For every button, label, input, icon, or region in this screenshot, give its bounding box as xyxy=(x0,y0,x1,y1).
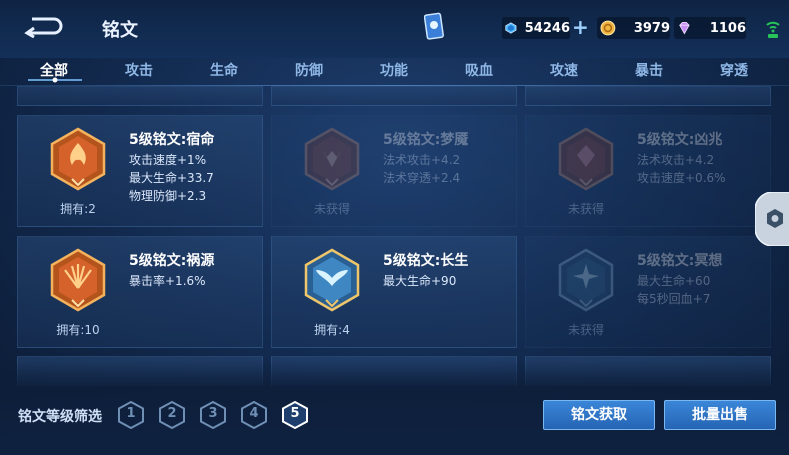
stat-line: 最大生命+33.7 xyxy=(129,171,214,185)
inscription-name: 5级铭文:长生 xyxy=(383,253,469,269)
blue-wing-emblem-icon xyxy=(304,248,360,312)
card-partial-top xyxy=(525,86,771,106)
page-title: 铭文 xyxy=(102,20,138,41)
stat-line: 攻击速度+1% xyxy=(129,153,207,167)
owned-count: 拥有:2 xyxy=(60,202,96,216)
inscription-grid: 拥有:2 5级铭文:宿命 攻击速度+1% 最大生命+33.7 物理防御+2.3 … xyxy=(0,86,789,386)
stat-line: 最大生命+90 xyxy=(383,274,457,288)
blue-star-emblem-icon xyxy=(558,248,614,312)
inscription-name: 5级铭文:凶兆 xyxy=(637,132,723,148)
level-number: 3 xyxy=(208,406,218,421)
stat-line: 法术攻击+4.2 xyxy=(637,153,715,167)
stat-line: 法术穿透+2.4 xyxy=(383,171,461,185)
stat-line: 攻击速度+0.6% xyxy=(637,171,726,185)
owned-count: 拥有:4 xyxy=(314,323,350,337)
red-claw-emblem-icon xyxy=(304,127,360,191)
blue-crystal-icon xyxy=(505,22,517,34)
owned-count: 未获得 xyxy=(567,323,604,337)
gold-coin-icon xyxy=(600,20,616,36)
inscription-name: 5级铭文:冥想 xyxy=(637,253,723,269)
level-filter-2[interactable]: 2 xyxy=(158,400,186,430)
level-filter-5[interactable]: 5 xyxy=(281,400,309,430)
level-filter-1[interactable]: 1 xyxy=(117,400,145,430)
level-number: 5 xyxy=(290,406,300,421)
inscription-card[interactable]: 未获得 5级铭文:梦魇 法术攻击+4.2 法术穿透+2.4 xyxy=(271,115,517,227)
red-fan-emblem-icon xyxy=(50,248,106,312)
coin-currency: 3979 xyxy=(597,17,670,39)
tab-utility[interactable]: 功能 xyxy=(364,60,424,80)
gem-amount: 1106 xyxy=(709,20,746,36)
stat-line: 最大生命+60 xyxy=(637,274,711,288)
tab-penetration[interactable]: 穿透 xyxy=(704,60,764,80)
crystal-amount: 54246 xyxy=(524,20,570,36)
owned-count: 未获得 xyxy=(313,202,350,216)
card-pack-icon[interactable] xyxy=(424,12,446,42)
red-flame-emblem-icon xyxy=(50,127,106,191)
tab-defense[interactable]: 防御 xyxy=(279,60,339,80)
inscription-card[interactable]: 拥有:10 5级铭文:祸源 暴击率+1.6% xyxy=(17,236,263,348)
purple-gem-icon xyxy=(679,21,690,35)
tab-critical[interactable]: 暴击 xyxy=(619,60,679,80)
tab-health[interactable]: 生命 xyxy=(194,60,254,80)
bulk-sell-button[interactable]: 批量出售 xyxy=(664,400,776,430)
side-drawer-handle-icon[interactable] xyxy=(755,192,789,246)
inscription-name: 5级铭文:梦魇 xyxy=(383,132,469,148)
stat-line: 每5秒回血+7 xyxy=(637,292,711,306)
inscription-card[interactable]: 拥有:4 5级铭文:长生 最大生命+90 xyxy=(271,236,517,348)
crystal-currency: 54246 xyxy=(502,17,570,39)
coin-amount: 3979 xyxy=(633,20,670,36)
stat-line: 法术攻击+4.2 xyxy=(383,153,461,167)
gem-currency: 1106 xyxy=(674,17,746,39)
stat-line: 物理防御+2.3 xyxy=(129,189,207,203)
level-number: 1 xyxy=(126,406,136,421)
level-filter-3[interactable]: 3 xyxy=(199,400,227,430)
card-partial-top xyxy=(17,86,263,106)
add-currency-icon[interactable]: + xyxy=(572,17,589,37)
level-number: 4 xyxy=(249,406,259,421)
level-filter-label: 铭文等级筛选 xyxy=(18,409,102,425)
active-tab-indicator xyxy=(28,77,82,83)
owned-count: 未获得 xyxy=(567,202,604,216)
inscription-card[interactable]: 拥有:2 5级铭文:宿命 攻击速度+1% 最大生命+33.7 物理防御+2.3 xyxy=(17,115,263,227)
stat-line: 暴击率+1.6% xyxy=(129,274,206,288)
inscription-card[interactable]: 未获得 5级铭文:冥想 最大生命+60 每5秒回血+7 xyxy=(525,236,771,348)
back-arrow-icon[interactable] xyxy=(20,14,64,38)
category-tabs: 全部 攻击 生命 防御 功能 吸血 攻速 暴击 穿透 xyxy=(0,56,789,84)
tab-lifesteal[interactable]: 吸血 xyxy=(449,60,509,80)
card-partial-top xyxy=(271,86,517,106)
acquire-inscription-button[interactable]: 铭文获取 xyxy=(543,400,655,430)
level-number: 2 xyxy=(167,406,177,421)
tab-attack-speed[interactable]: 攻速 xyxy=(534,60,594,80)
inscription-name: 5级铭文:祸源 xyxy=(129,253,215,269)
inscription-name: 5级铭文:宿命 xyxy=(129,132,215,148)
tab-attack[interactable]: 攻击 xyxy=(109,60,169,80)
owned-count: 拥有:10 xyxy=(56,323,100,337)
inscription-card[interactable]: 未获得 5级铭文:凶兆 法术攻击+4.2 攻击速度+0.6% xyxy=(525,115,771,227)
red-gem-emblem-icon xyxy=(558,127,614,191)
level-filter-4[interactable]: 4 xyxy=(240,400,268,430)
wifi-signal-icon xyxy=(766,21,780,38)
